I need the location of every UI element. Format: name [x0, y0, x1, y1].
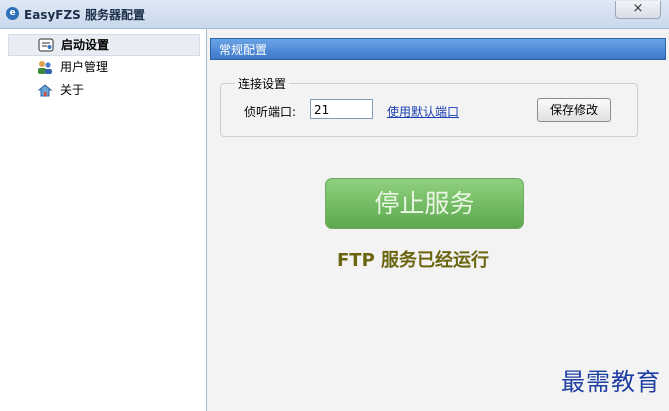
- main-panel: 常规配置 连接设置 侦听端口: 21 使用默认端口 保存修改 停止服务 FTP …: [207, 29, 669, 411]
- startup-settings-icon: [38, 38, 54, 52]
- port-input[interactable]: 21: [310, 99, 373, 119]
- save-changes-button[interactable]: 保存修改: [537, 98, 611, 122]
- close-button[interactable]: ×: [615, 1, 661, 19]
- sidebar-item-startup-settings[interactable]: 启动设置: [8, 34, 200, 56]
- stop-service-button[interactable]: 停止服务: [325, 178, 524, 229]
- watermark: 最需教育: [561, 368, 661, 396]
- sidebar-item-label: 用户管理: [60, 60, 109, 74]
- sidebar: 启动设置 用户管理 关于: [0, 29, 207, 411]
- about-icon: [37, 84, 53, 97]
- title-bar: e EasyFZS 服务器配置 ×: [0, 0, 669, 29]
- sidebar-item-user-management[interactable]: 用户管理: [10, 57, 200, 77]
- service-status-text: FTP 服务已经运行: [337, 250, 490, 271]
- section-title: 常规配置: [210, 38, 666, 60]
- sidebar-item-label: 关于: [60, 83, 85, 97]
- sidebar-item-label: 启动设置: [61, 38, 110, 52]
- sidebar-item-about[interactable]: 关于: [10, 80, 200, 100]
- port-label: 侦听端口:: [244, 105, 297, 119]
- connection-settings-title: 连接设置: [235, 75, 290, 92]
- user-management-icon: [38, 61, 52, 74]
- use-default-port-link[interactable]: 使用默认端口: [387, 103, 459, 120]
- window-title: EasyFZS 服务器配置: [24, 8, 145, 22]
- app-logo-icon: e: [6, 7, 19, 20]
